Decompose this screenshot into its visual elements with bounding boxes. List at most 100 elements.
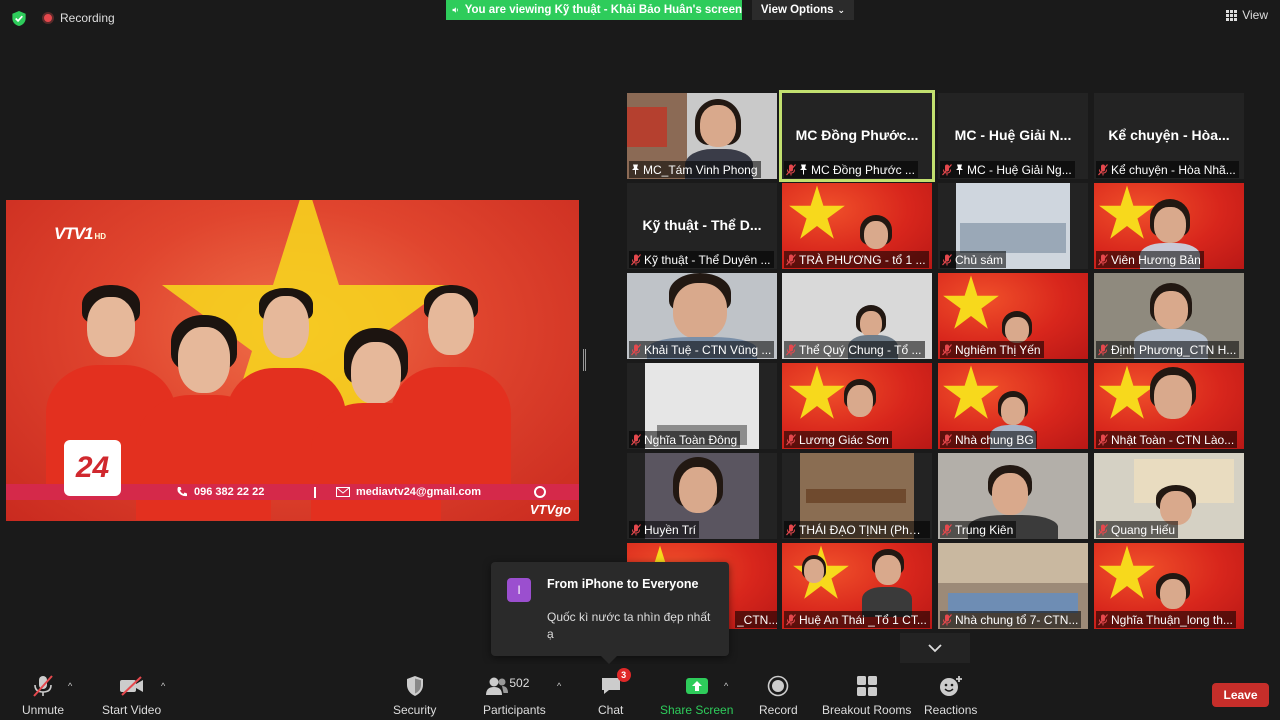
chat-label: Chat <box>598 703 624 717</box>
speaker-icon <box>452 7 458 13</box>
participant-tile[interactable]: Lương Giác Sơn <box>782 363 932 449</box>
vtvgo-watermark: VTVgo <box>529 502 571 517</box>
pin-icon <box>799 164 808 175</box>
view-options-label: View Options <box>760 4 834 16</box>
gallery-next-page-button[interactable] <box>900 633 970 663</box>
participant-tile[interactable]: Nghĩa Toàn Đông <box>627 363 777 449</box>
mic-muted-icon <box>942 254 952 266</box>
participant-name-label: Khải Tuệ - CTN Vũng ... <box>629 341 775 358</box>
participant-tile[interactable]: Huyền Trí <box>627 453 777 539</box>
video-options-caret[interactable]: ^ <box>161 681 165 691</box>
contact-divider <box>314 486 316 498</box>
meeting-toolbar <box>0 664 1280 720</box>
security-shield-icon[interactable] <box>11 10 27 27</box>
shared-screen-view[interactable]: VTV1 HD 096 382 22 22 mediavtv24@gmail.c… <box>6 200 579 521</box>
view-options-button[interactable]: View Options ⌄ <box>752 0 854 20</box>
participant-tile[interactable]: MC_Tám Vinh Phong <box>627 93 777 179</box>
mic-muted-icon <box>631 344 641 356</box>
leave-meeting-button[interactable]: Leave <box>1212 683 1269 707</box>
flag-star-icon <box>1098 185 1156 241</box>
breakout-rooms-label: Breakout Rooms <box>822 703 912 717</box>
participant-tile[interactable]: MC - Huệ Giải N... MC - Huệ Giải Ng... <box>938 93 1088 179</box>
vtv1-logo: VTV1 HD <box>54 224 107 243</box>
mic-muted-icon <box>1098 254 1108 266</box>
breakout-rooms-button[interactable]: Breakout Rooms <box>822 674 911 717</box>
participant-display-name: Kỹ thuật - Thể D... <box>642 217 762 233</box>
participant-name-label: Trung Kiên <box>940 521 1017 538</box>
person-5 <box>391 285 511 485</box>
participant-tile[interactable]: THÁI ĐẠO TỊNH (Phật... <box>782 453 932 539</box>
mic-muted-icon <box>631 434 641 446</box>
unmute-button[interactable]: Unmute <box>22 674 64 717</box>
recording-indicator[interactable]: Recording <box>42 11 115 25</box>
participants-count: 502 <box>509 676 530 690</box>
participant-tile[interactable]: Viên Hương Bản <box>1094 183 1244 269</box>
participant-tile[interactable]: TRÀ PHƯƠNG - tổ 1 ... <box>782 183 932 269</box>
mic-muted-icon <box>786 344 796 356</box>
mic-muted-icon <box>786 254 796 266</box>
flag-star-icon <box>942 365 1000 421</box>
participant-name-label: MC - Huệ Giải Ng... <box>940 161 1075 178</box>
participant-tile[interactable]: Thể Quý Chung - Tổ ... <box>782 273 932 359</box>
participant-tile[interactable]: Nhà chung BG <box>938 363 1088 449</box>
reactions-smiley-icon <box>939 676 962 696</box>
chat-sender-avatar: I <box>507 578 531 602</box>
participant-tile[interactable]: Chủ sám <box>938 183 1088 269</box>
participant-tile[interactable]: Định Phương_CTN H... <box>1094 273 1244 359</box>
participant-tile[interactable]: Trung Kiên <box>938 453 1088 539</box>
mic-muted-icon <box>631 524 641 536</box>
participants-options-caret[interactable]: ^ <box>557 681 561 691</box>
audio-options-caret[interactable]: ^ <box>68 681 72 691</box>
chat-sender-line: From iPhone to Everyone <box>547 577 699 591</box>
mic-muted-icon <box>786 164 796 176</box>
participant-tile[interactable]: Nhà chung tổ 7- CTN... <box>938 543 1088 629</box>
mic-muted-icon <box>786 524 796 536</box>
mic-muted-icon <box>1098 164 1108 176</box>
participant-name-label: Lương Giác Sơn <box>784 431 892 448</box>
share-screen-button[interactable]: Share Screen <box>660 674 733 717</box>
participant-name-label: Kỹ thuật - Thể Duyên ... <box>629 251 774 268</box>
mic-muted-icon <box>1098 434 1108 446</box>
participant-name-label: Huyền Trí <box>629 521 700 538</box>
record-button[interactable]: Record <box>759 674 798 717</box>
participant-tile[interactable]: Kể chuyện - Hòa... Kể chuyện - Hòa Nhã..… <box>1094 93 1244 179</box>
share-options-caret[interactable]: ^ <box>724 681 728 691</box>
participant-name-label: Nhà chung BG <box>940 431 1037 448</box>
channel-24-logo: 24 <box>64 440 121 496</box>
participant-tile[interactable]: Nhật Toàn - CTN Lào... <box>1094 363 1244 449</box>
chat-message-popup[interactable]: I From iPhone to Everyone Quốc kì nước t… <box>491 562 729 664</box>
participant-tile[interactable]: Nghiêm Thị Yến <box>938 273 1088 359</box>
flag-star-icon <box>788 185 846 241</box>
participant-name-label: THÁI ĐẠO TỊNH (Phật... <box>784 521 930 538</box>
video-off-icon <box>119 676 143 696</box>
mic-muted-icon <box>942 614 952 626</box>
split-divider-handle[interactable] <box>583 349 586 371</box>
reactions-button[interactable]: Reactions <box>924 674 977 717</box>
mic-muted-icon <box>1098 614 1108 626</box>
mic-muted-icon <box>631 254 641 266</box>
participant-tile[interactable]: Quang Hiếu <box>1094 453 1244 539</box>
breakout-rooms-icon <box>856 676 877 696</box>
view-button[interactable]: View <box>1226 8 1268 22</box>
share-screen-icon <box>685 678 708 694</box>
security-label: Security <box>393 703 437 717</box>
circle-icon <box>534 486 546 498</box>
participant-tile-active-speaker[interactable]: MC Đồng Phước... MC Đồng Phước ... <box>779 90 935 182</box>
participant-tile[interactable]: Nghĩa Thuận_long th... <box>1094 543 1244 629</box>
record-icon <box>768 675 789 697</box>
security-button[interactable]: Security <box>393 674 436 717</box>
participant-name-label: Chủ sám <box>940 251 1007 268</box>
participant-name-label: Thể Quý Chung - Tổ ... <box>784 341 925 358</box>
start-video-button[interactable]: Start Video <box>102 674 161 717</box>
participant-name-label: Kể chuyện - Hòa Nhã... <box>1096 161 1239 178</box>
participant-tile[interactable]: Khải Tuệ - CTN Vũng ... <box>627 273 777 359</box>
mail-icon <box>336 487 350 497</box>
participant-name-label: _CTN... <box>735 611 777 628</box>
participant-tile[interactable]: Huệ An Thái _Tổ 1 CT... <box>782 543 932 629</box>
reactions-label: Reactions <box>924 703 978 717</box>
chevron-down-icon: ⌄ <box>837 4 846 15</box>
participant-name-label: MC Đồng Phước ... <box>784 161 918 178</box>
chat-button[interactable]: 3 Chat <box>598 668 631 717</box>
participants-button[interactable]: 502 Participants <box>483 674 546 717</box>
participant-tile[interactable]: Kỹ thuật - Thể D... Kỹ thuật - Thể Duyên… <box>627 183 777 269</box>
